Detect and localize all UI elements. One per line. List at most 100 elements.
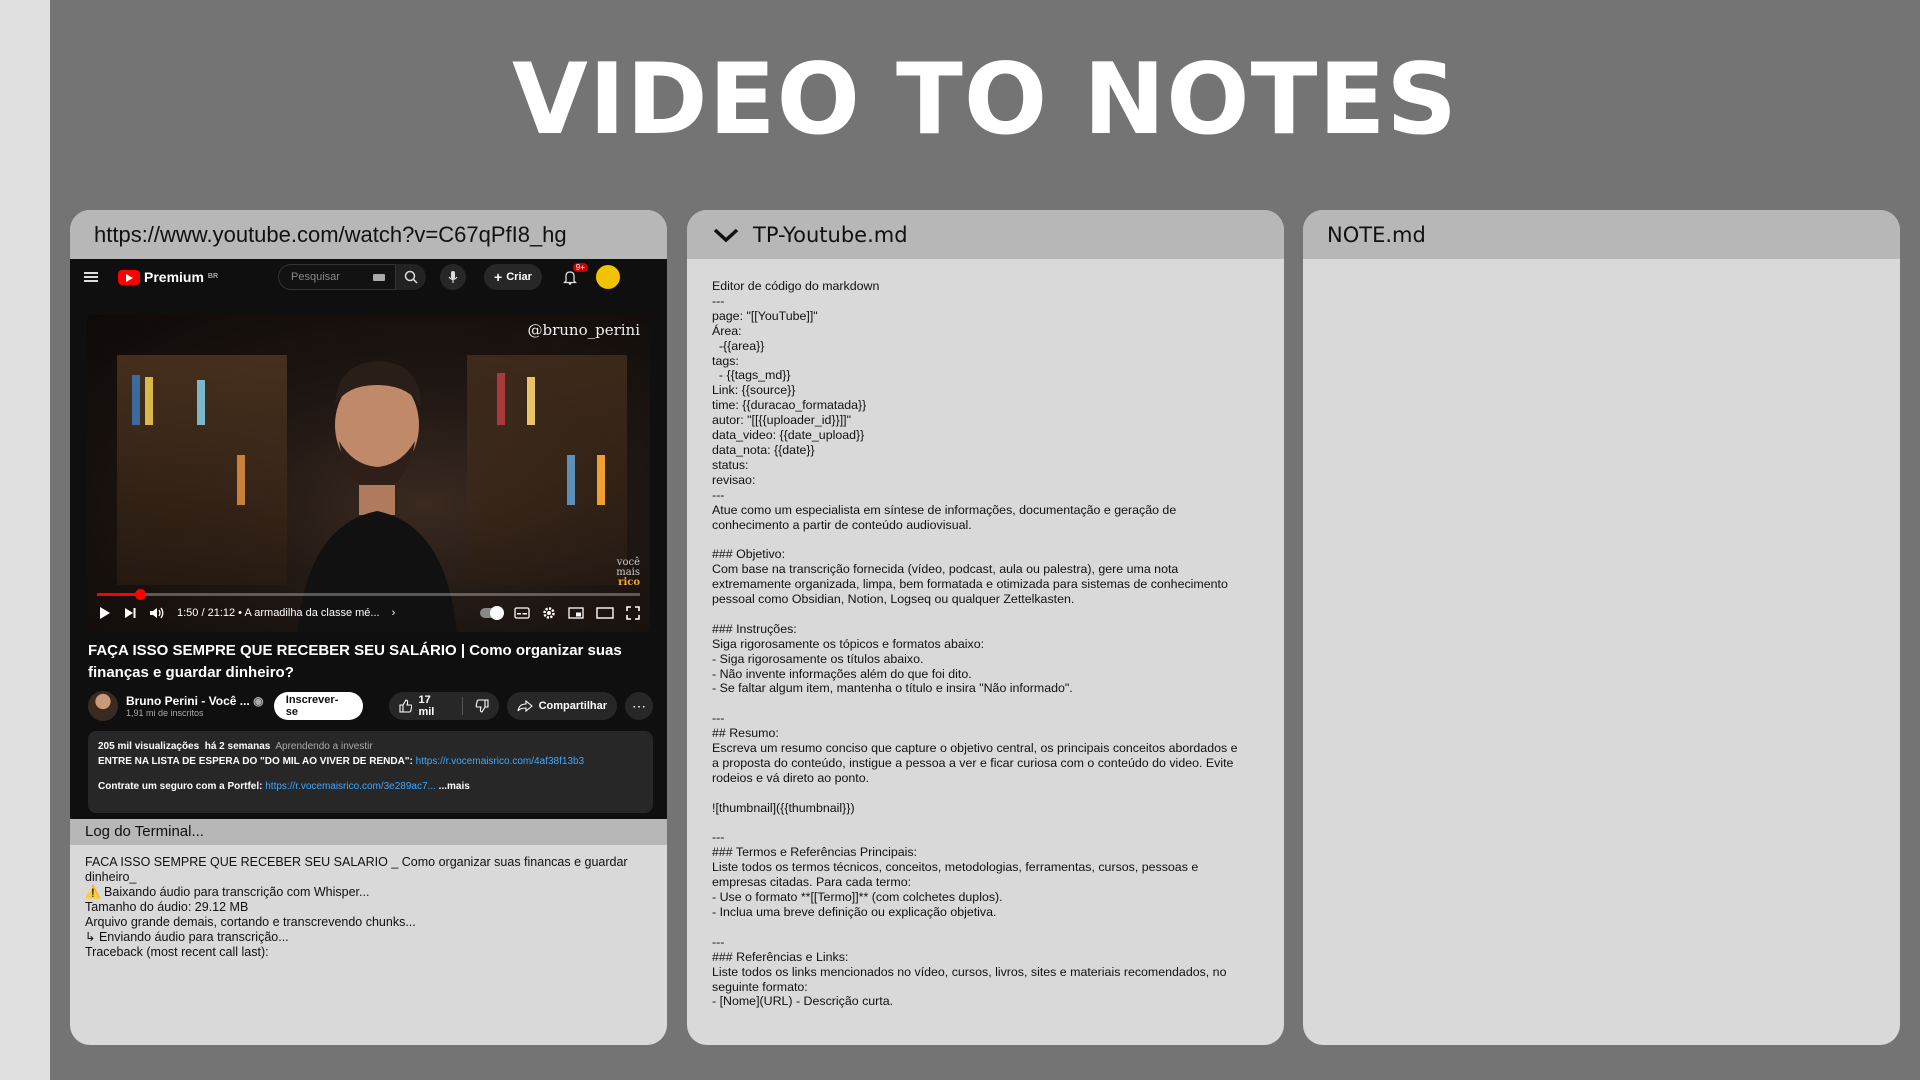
- note-content-area[interactable]: [1303, 259, 1900, 1045]
- markdown-line: extremamente organizada, limpa, bem form…: [712, 577, 1228, 592]
- video-title[interactable]: FAÇA ISSO SEMPRE QUE RECEBER SEU SALÁRIO…: [88, 640, 653, 684]
- search-button[interactable]: [396, 264, 427, 290]
- template-header[interactable]: TP-Youtube.md: [687, 210, 1284, 259]
- markdown-line: autor: "[[{{uploader_id}}]]": [712, 413, 852, 428]
- markdown-line: seguinte formato:: [712, 979, 808, 994]
- terminal-log-output: FACA ISSO SEMPRE QUE RECEBER SEU SALARIO…: [85, 855, 637, 960]
- notifications-button[interactable]: 9+: [558, 263, 588, 289]
- share-icon: [517, 700, 533, 712]
- book: [197, 380, 205, 425]
- log-line: dinheiro_: [85, 870, 137, 884]
- markdown-line: time: {{duracao_formatada}}: [712, 398, 867, 413]
- theater-mode-icon[interactable]: [596, 607, 614, 619]
- markdown-line: - {{tags_md}}: [712, 368, 791, 383]
- player-controls: 1:50 / 21:12 • A armadilha da classe mé.…: [97, 602, 640, 624]
- account-avatar[interactable]: [595, 265, 620, 289]
- markdown-line: ---: [712, 293, 725, 308]
- video-url[interactable]: https://www.youtube.com/watch?v=C67qPfI8…: [94, 222, 567, 248]
- log-line: Traceback (most recent call last):: [85, 945, 269, 959]
- fullscreen-icon[interactable]: [626, 606, 640, 620]
- video-description[interactable]: 205 mil visualizações há 2 semanas Apren…: [88, 731, 653, 813]
- markdown-line: Área:: [712, 323, 742, 338]
- markdown-line: - [Nome](URL) - Descrição curta.: [712, 994, 894, 1009]
- volume-icon[interactable]: [149, 606, 165, 620]
- youtube-play-icon: [118, 269, 140, 285]
- search-input[interactable]: Pesquisar: [278, 264, 397, 290]
- log-line: Arquivo grande demais, cortando e transc…: [85, 915, 416, 929]
- video-player[interactable]: @bruno_perini você mais rico 1:50 / 21:1…: [87, 315, 650, 632]
- book: [237, 455, 245, 505]
- markdown-line: - Use o formato **[[Termo]]** (com colch…: [712, 890, 1003, 905]
- book: [597, 455, 605, 505]
- channel-avatar[interactable]: [88, 691, 118, 721]
- upload-age: há 2 semanas: [204, 741, 271, 752]
- show-more-link[interactable]: ...mais: [439, 781, 470, 792]
- keyboard-icon[interactable]: [373, 273, 386, 281]
- autoplay-toggle[interactable]: [480, 606, 504, 620]
- description-link[interactable]: https://r.vocemaisrico.com/4af38f13b3: [416, 756, 584, 767]
- terminal-log-header: Log do Terminal...: [70, 819, 667, 845]
- video-time[interactable]: 1:50 / 21:12 • A armadilha da classe mé.…: [177, 607, 380, 619]
- markdown-line: - Siga rigorosamente os títulos abaixo.: [712, 651, 924, 666]
- markdown-line: Liste todos os termos técnicos, conceito…: [712, 860, 1199, 875]
- subtitles-icon[interactable]: [514, 607, 530, 619]
- voice-search-button[interactable]: [440, 264, 467, 290]
- thumbs-up-icon[interactable]: [398, 699, 413, 713]
- playlist-tag[interactable]: Aprendendo a investir: [275, 741, 372, 752]
- youtube-logo[interactable]: Premium BR: [118, 269, 218, 285]
- markdown-line: Atue como um especialista em síntese de …: [712, 502, 1177, 517]
- more-actions-button[interactable]: ⋯: [625, 692, 653, 720]
- markdown-line: data_nota: {{date}}: [712, 442, 815, 457]
- bell-icon: [562, 270, 577, 285]
- video-progress-bar[interactable]: [97, 589, 640, 600]
- miniplayer-icon[interactable]: [568, 607, 584, 619]
- plus-icon: +: [494, 269, 503, 285]
- markdown-template-editor[interactable]: Editor de código do markdown --- page: "[[…: [712, 279, 1264, 1009]
- markdown-line: ---: [712, 487, 725, 502]
- markdown-line: -{{area}}: [712, 338, 765, 353]
- play-icon[interactable]: [97, 606, 111, 620]
- chapter-chevron-icon[interactable]: ›: [392, 607, 396, 619]
- markdown-line: a proposta do conteúdo, instigue a pesso…: [712, 755, 1234, 770]
- description-text: Contrate um seguro com a Portfel:: [98, 781, 263, 792]
- markdown-line: [712, 816, 1264, 831]
- share-button[interactable]: Compartilhar: [506, 692, 618, 720]
- template-filename: TP-Youtube.md: [753, 222, 908, 247]
- divider: [461, 697, 463, 715]
- thumbs-down-icon[interactable]: [475, 699, 489, 713]
- markdown-line: Com base na transcrição fornecida (vídeo…: [712, 562, 1179, 577]
- description-line: Contrate um seguro com a Portfel: https:…: [98, 779, 643, 794]
- book: [132, 375, 140, 425]
- app-title: VIDEO TO NOTES: [511, 43, 1458, 157]
- description-meta: 205 mil visualizações há 2 semanas Apren…: [98, 739, 643, 754]
- markdown-line: Link: {{source}}: [712, 383, 796, 398]
- url-header[interactable]: https://www.youtube.com/watch?v=C67qPfI8…: [70, 210, 667, 259]
- markdown-line: ---: [712, 711, 725, 726]
- more-dots-icon: ⋯: [632, 698, 647, 714]
- chevron-down-icon[interactable]: [711, 224, 741, 246]
- channel-name-text: Bruno Perini - Você ...: [125, 694, 250, 708]
- menu-icon[interactable]: [84, 272, 98, 282]
- settings-gear-icon[interactable]: [542, 606, 556, 620]
- subscribe-button[interactable]: Inscrever-se: [273, 692, 363, 720]
- note-panel: NOTE.md: [1303, 210, 1900, 1045]
- note-filename: NOTE.md: [1327, 222, 1426, 247]
- like-count[interactable]: 17 mil: [418, 694, 449, 718]
- markdown-line: ### Objetivo:: [712, 547, 786, 562]
- subscriber-count: 1,91 mi de inscritos: [125, 708, 204, 718]
- book: [145, 377, 153, 425]
- view-count: 205 mil visualizações: [98, 741, 200, 752]
- description-link[interactable]: https://r.vocemaisrico.com/3e289ac7...: [265, 781, 436, 792]
- channel-info: Bruno Perini - Você ... ◉ 1,91 mi de ins…: [126, 694, 266, 718]
- window-left-edge: [0, 0, 50, 1080]
- book: [497, 373, 505, 425]
- log-line: Tamanho do áudio: 29.12 MB: [85, 900, 249, 914]
- markdown-line: conhecimento a partir de conteúdo audiov…: [712, 517, 972, 532]
- channel-row: Bruno Perini - Você ... ◉ 1,91 mi de ins…: [88, 689, 653, 723]
- video-panel: https://www.youtube.com/watch?v=C67qPfI8…: [70, 210, 667, 1045]
- book: [567, 455, 575, 505]
- create-button[interactable]: + Criar: [484, 264, 542, 290]
- progress-scrubber[interactable]: [134, 589, 146, 600]
- next-icon[interactable]: [123, 606, 137, 620]
- channel-name[interactable]: Bruno Perini - Você ... ◉: [126, 694, 266, 708]
